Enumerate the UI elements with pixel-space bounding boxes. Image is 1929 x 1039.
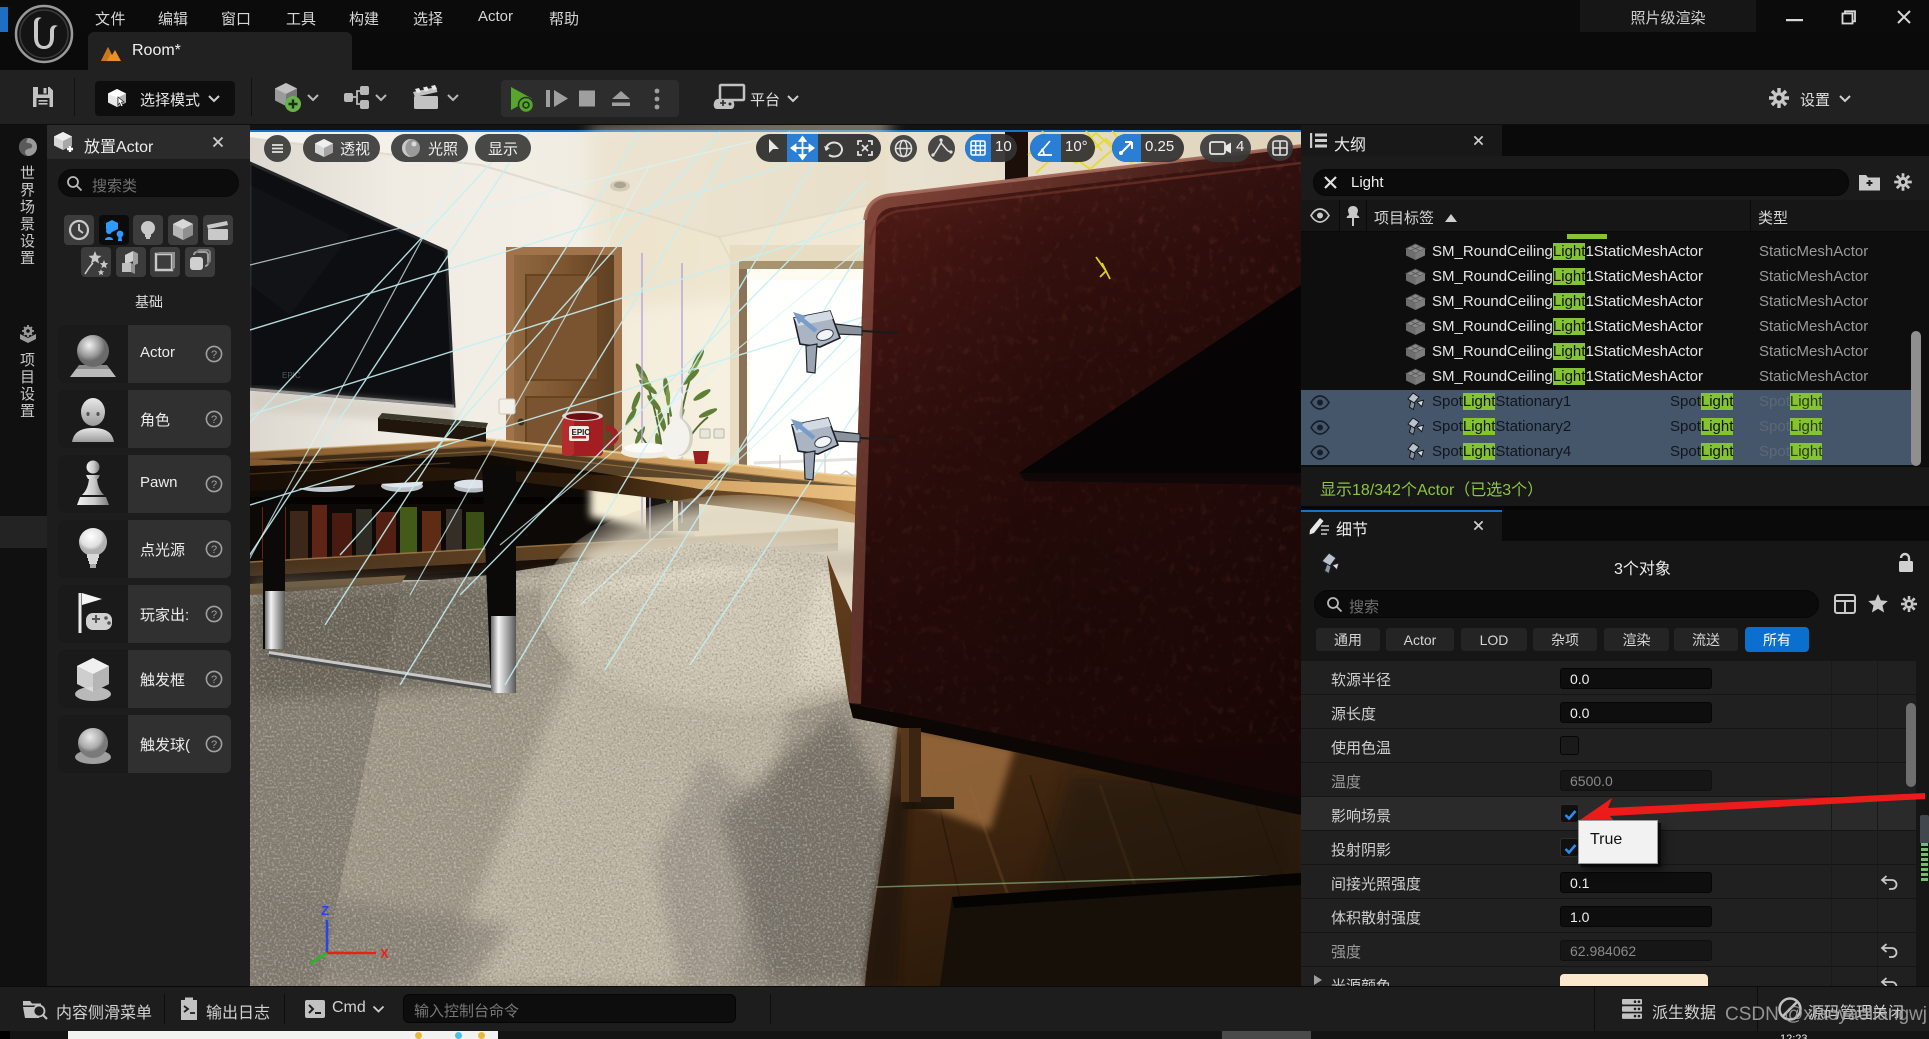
svg-text:?: ? bbox=[211, 479, 217, 491]
svg-text:EPIC: EPIC bbox=[572, 428, 591, 437]
svg-text:?: ? bbox=[211, 414, 217, 426]
svg-text:?: ? bbox=[211, 544, 217, 556]
svg-text:?: ? bbox=[211, 349, 217, 361]
svg-text:?: ? bbox=[211, 739, 217, 751]
svg-text:?: ? bbox=[211, 674, 217, 686]
svg-text:X: X bbox=[380, 946, 389, 961]
svg-text:?: ? bbox=[211, 609, 217, 621]
svg-text:Z: Z bbox=[321, 903, 329, 918]
